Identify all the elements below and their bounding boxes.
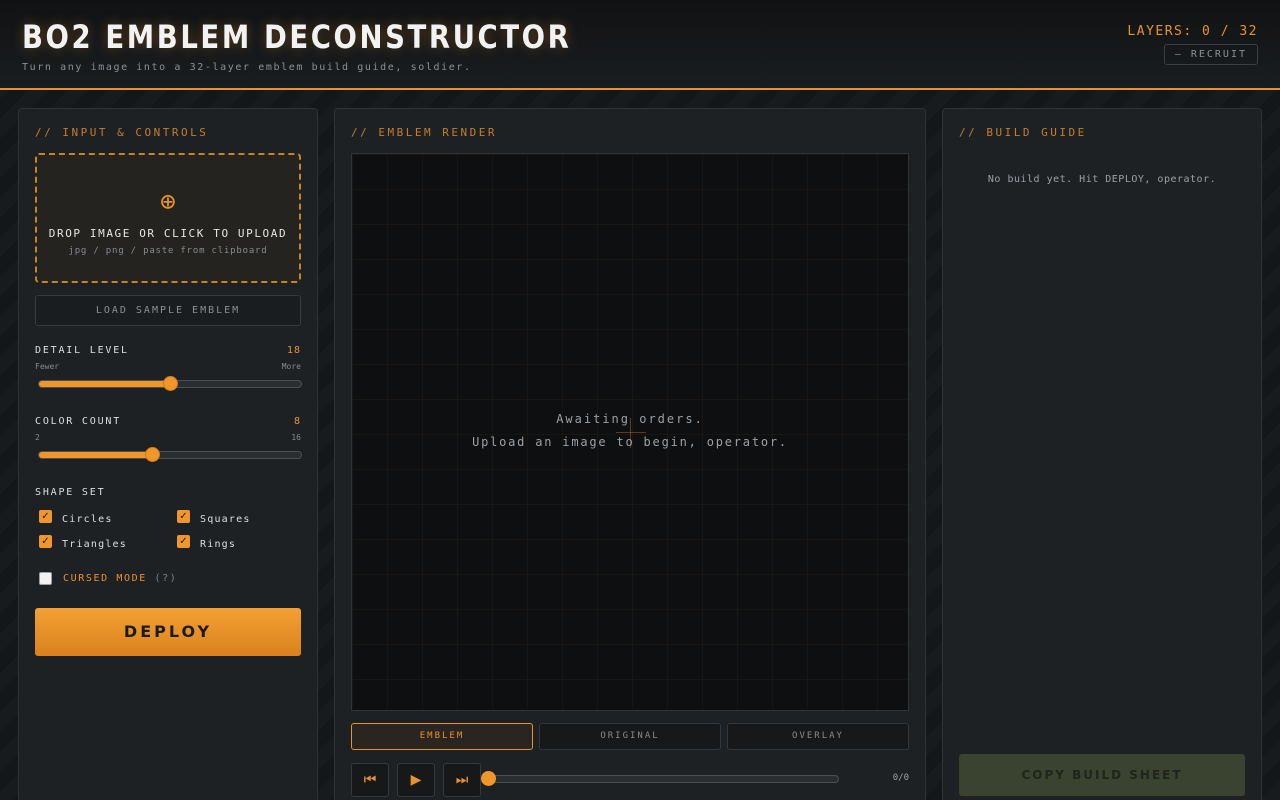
rewind-icon: ⏮ [363, 772, 377, 788]
cursed-help-icon[interactable]: (?) [154, 573, 177, 584]
build-guide-title: // BUILD GUIDE [959, 126, 1087, 139]
tab-original[interactable]: ORIGINAL [539, 723, 721, 750]
triangles-checkbox[interactable]: ✓ [39, 535, 52, 548]
copy-build-sheet-button[interactable]: COPY BUILD SHEET [959, 754, 1245, 796]
color-max-label: 16 [291, 433, 301, 442]
timeline-scrubber[interactable] [481, 771, 839, 786]
rings-checkbox[interactable]: ✓ [177, 535, 190, 548]
tab-emblem[interactable]: EMBLEM [351, 723, 533, 750]
upload-dropzone[interactable]: ⊕ DROP IMAGE OR CLICK TO UPLOAD jpg / pn… [35, 153, 301, 283]
emblem-canvas[interactable]: Awaiting orders. Upload an image to begi… [351, 153, 909, 711]
build-guide-panel: // BUILD GUIDE No build yet. Hit DEPLOY,… [942, 108, 1262, 800]
build-guide-empty-message: No build yet. Hit DEPLOY, operator. [987, 174, 1217, 185]
fast-forward-button[interactable]: ⏭ [443, 763, 481, 797]
layer-counter: LAYERS: 0 / 32 [1127, 24, 1258, 39]
cursed-mode-label: CURSED MODE (?) [63, 573, 177, 584]
dropzone-label: DROP IMAGE OR CLICK TO UPLOAD [48, 227, 288, 240]
circles-checkbox[interactable]: ✓ [39, 510, 52, 523]
squares-checkbox[interactable]: ✓ [177, 510, 190, 523]
rings-label: Rings [200, 539, 237, 550]
color-min-label: 2 [35, 433, 40, 442]
color-count-slider[interactable] [38, 447, 302, 462]
deploy-button[interactable]: DEPLOY [35, 608, 301, 656]
dropzone-hint: jpg / png / paste from clipboard [68, 246, 268, 256]
detail-slider-thumb[interactable] [163, 376, 178, 391]
cursed-mode-text: CURSED MODE [63, 573, 147, 584]
cursed-mode-checkbox[interactable] [39, 572, 52, 585]
render-panel-title: // EMBLEM RENDER [351, 126, 497, 139]
color-count-label: COLOR COUNT [35, 416, 122, 427]
rewind-button[interactable]: ⏮ [351, 763, 389, 797]
controls-panel-title: // INPUT & CONTROLS [35, 126, 209, 139]
play-button[interactable]: ▶ [397, 763, 435, 797]
render-panel: // EMBLEM RENDER Awaiting orders. Upload… [334, 108, 926, 800]
upload-icon: ⊕ [160, 187, 176, 217]
triangles-label: Triangles [62, 539, 127, 550]
detail-level-slider[interactable] [38, 376, 302, 391]
load-sample-button[interactable]: LOAD SAMPLE EMBLEM [35, 295, 301, 326]
rank-badge: — RECRUIT [1163, 44, 1258, 65]
play-icon: ▶ [410, 772, 422, 788]
detail-min-label: Fewer [35, 362, 60, 371]
fast-forward-icon: ⏭ [455, 772, 469, 788]
awaiting-hint: Upload an image to begin, operator. [472, 435, 788, 449]
detail-slider-fill [39, 381, 170, 387]
app-subtitle: Turn any image into a 32-layer emblem bu… [22, 62, 472, 73]
detail-level-value: 18 [286, 345, 301, 356]
color-slider-fill [39, 452, 152, 458]
color-count-value: 8 [293, 416, 301, 427]
circles-label: Circles [62, 514, 113, 525]
frame-counter: 0/0 [892, 773, 909, 783]
shape-set-label: SHAPE SET [35, 487, 106, 498]
detail-level-label: DETAIL LEVEL [35, 345, 129, 356]
awaiting-message: Awaiting orders. [556, 412, 704, 426]
color-slider-thumb[interactable] [144, 447, 160, 462]
detail-max-label: More [281, 362, 301, 371]
app-title: BO2 EMBLEM DECONSTRUCTOR [22, 18, 572, 56]
tab-overlay[interactable]: OVERLAY [727, 723, 909, 750]
squares-label: Squares [200, 514, 251, 525]
timeline-thumb[interactable] [481, 771, 496, 786]
app-header: BO2 EMBLEM DECONSTRUCTOR Turn any image … [0, 0, 1280, 90]
crosshair-horizontal [616, 432, 646, 433]
controls-panel: // INPUT & CONTROLS ⊕ DROP IMAGE OR CLIC… [18, 108, 318, 800]
